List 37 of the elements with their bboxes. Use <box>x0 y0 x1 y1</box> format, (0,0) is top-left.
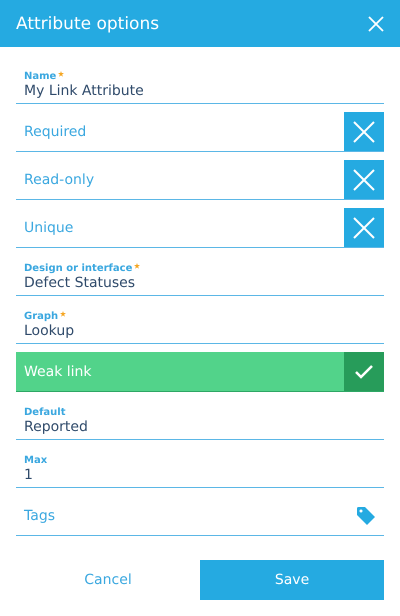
field-label: Graph <box>24 311 58 322</box>
toggle-label: Required <box>23 122 88 142</box>
field-value: Defect Statuses <box>24 274 136 293</box>
toggle-label: Read-only <box>23 170 96 190</box>
tags-field[interactable]: Tags <box>16 496 384 536</box>
toggle-row[interactable]: Weak link <box>16 352 384 392</box>
dialog-title: Attribute options <box>16 14 160 34</box>
field-label: Default <box>24 407 66 418</box>
field-label: Max <box>24 455 48 466</box>
toggle-box[interactable] <box>344 208 384 247</box>
field-value: Lookup <box>24 322 76 341</box>
field-value: 1 <box>24 466 34 485</box>
text-field[interactable]: Name My Link Attribute <box>16 64 384 104</box>
toggle-box[interactable] <box>344 160 384 199</box>
field-value: Reported <box>24 418 89 437</box>
check-icon <box>355 364 373 378</box>
field-label: Name <box>24 71 56 82</box>
toggle-box[interactable] <box>344 352 384 391</box>
cross-icon <box>353 216 375 238</box>
toggle-row[interactable]: Read-only <box>16 160 384 200</box>
toggle-row[interactable]: Unique <box>16 208 384 248</box>
text-field[interactable]: Design or interface Defect Statuses <box>16 256 384 296</box>
tag-icon[interactable] <box>356 506 376 526</box>
close-icon[interactable] <box>368 16 384 32</box>
toggle-label: Weak link <box>23 362 93 382</box>
text-field[interactable]: Default Reported <box>16 400 384 440</box>
toggle-box[interactable] <box>344 112 384 151</box>
save-button[interactable]: Save <box>200 560 384 600</box>
toggle-row[interactable]: Required <box>16 112 384 152</box>
cross-icon <box>353 168 375 190</box>
toggle-label: Unique <box>23 218 74 238</box>
field-value: My Link Attribute <box>24 82 145 101</box>
text-field[interactable]: Graph Lookup <box>16 304 384 344</box>
cross-icon <box>353 120 375 142</box>
tags-label: Tags <box>24 508 55 524</box>
text-field[interactable]: Max 1 <box>16 448 384 488</box>
field-label: Design or interface <box>24 263 132 274</box>
